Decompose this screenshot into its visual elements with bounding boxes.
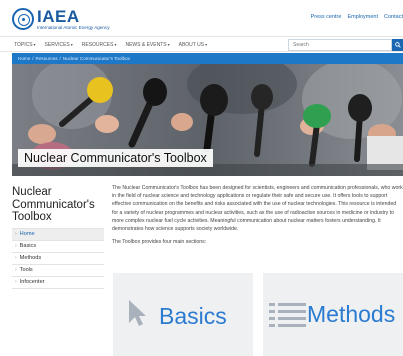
sidebar-item-infocenter[interactable]: › Infocenter <box>12 277 104 289</box>
methods-card[interactable]: Methods <box>263 273 403 356</box>
breadcrumb-separator: / <box>59 56 61 61</box>
breadcrumb-separator: / <box>32 56 34 61</box>
nav-item-resources[interactable]: RESOURCES▾ <box>82 42 117 48</box>
sidebar-menu: › Home › Basics › Methods › Tools › Info… <box>12 227 104 289</box>
search-button[interactable] <box>392 39 403 51</box>
logo-title: IAEA <box>37 6 80 26</box>
breadcrumb-current: Nuclear Communicator's Toolbox <box>62 56 130 61</box>
atom-logo-icon <box>12 8 34 30</box>
hero-banner: Nuclear Communicator's Toolbox <box>12 64 403 176</box>
chevron-down-icon: ▾ <box>167 42 170 47</box>
nav-item-topics[interactable]: TOPICS▾ <box>14 42 36 48</box>
chevron-down-icon: ▾ <box>114 42 117 47</box>
chevron-down-icon: ▾ <box>70 42 73 47</box>
nav-item-label: RESOURCES <box>81 42 114 48</box>
sections-intro: The Toolbox provides four main sections: <box>112 239 207 246</box>
nav-item-services[interactable]: SERVICES▾ <box>45 42 73 48</box>
sidebar: Nuclear Communicator's Toolbox › Home › … <box>12 186 104 289</box>
sidebar-item-label: Basics <box>19 243 37 249</box>
logo-subtitle: International Atomic Energy Agency <box>37 24 110 30</box>
basics-card-label: Basics <box>159 303 227 329</box>
intro-paragraph: The Nuclear Communicator's Toolbox has b… <box>112 185 403 233</box>
sidebar-item-home[interactable]: › Home <box>12 228 104 241</box>
chevron-down-icon: ▾ <box>33 42 36 47</box>
press-centre-link[interactable]: Press centre <box>311 14 342 20</box>
nav-item-label: TOPICS <box>14 42 33 48</box>
main-content: The Nuclear Communicator's Toolbox has b… <box>112 184 403 251</box>
nav-item-label: SERVICES <box>44 42 70 48</box>
list-lines-icon <box>269 303 306 327</box>
basics-card[interactable]: Basics <box>113 273 253 356</box>
employment-link[interactable]: Employment <box>347 14 378 20</box>
sidebar-title: Nuclear Communicator's Toolbox <box>12 186 95 223</box>
breadcrumb-home[interactable]: Home <box>18 56 30 61</box>
nav-item-label: ABOUT US <box>178 42 205 48</box>
sidebar-item-label: Infocenter <box>19 279 45 285</box>
contact-link[interactable]: Contact <box>384 14 403 20</box>
site-header: IAEA International Atomic Energy Agency … <box>0 0 403 36</box>
chevron-right-icon: › <box>15 255 17 261</box>
chevron-right-icon: › <box>15 279 17 285</box>
sidebar-item-tools[interactable]: › Tools <box>12 265 104 277</box>
sidebar-item-label: Home <box>19 231 35 237</box>
chevron-right-icon: › <box>15 231 17 237</box>
nav-item-about-us[interactable]: ABOUT US▾ <box>179 42 207 48</box>
nav-item-label: NEWS & EVENTS <box>125 42 167 48</box>
methods-card-label: Methods <box>307 301 396 327</box>
chevron-right-icon: › <box>15 243 17 249</box>
nav-item-news-events[interactable]: NEWS & EVENTS▾ <box>125 42 169 48</box>
sidebar-item-methods[interactable]: › Methods <box>12 253 104 265</box>
chevron-down-icon: ▾ <box>205 42 208 47</box>
search-input[interactable] <box>288 39 392 51</box>
search-icon <box>394 42 401 48</box>
cursor-arrow-icon <box>129 300 146 326</box>
breadcrumb-resources[interactable]: Resources <box>36 56 58 61</box>
top-links: Press centre Employment Contact <box>311 14 403 20</box>
breadcrumb: Home / Resources / Nuclear Communicator'… <box>12 53 403 64</box>
sidebar-item-label: Methods <box>19 255 42 261</box>
hero-title: Nuclear Communicator's Toolbox <box>18 149 213 167</box>
sidebar-item-basics[interactable]: › Basics <box>12 241 104 253</box>
main-nav: TOPICS▾ SERVICES▾ RESOURCES▾ NEWS & EVEN… <box>0 36 403 52</box>
sidebar-item-label: Tools <box>19 267 33 273</box>
chevron-right-icon: › <box>15 267 17 273</box>
iaea-logo[interactable]: IAEA International Atomic Energy Agency <box>12 6 110 32</box>
